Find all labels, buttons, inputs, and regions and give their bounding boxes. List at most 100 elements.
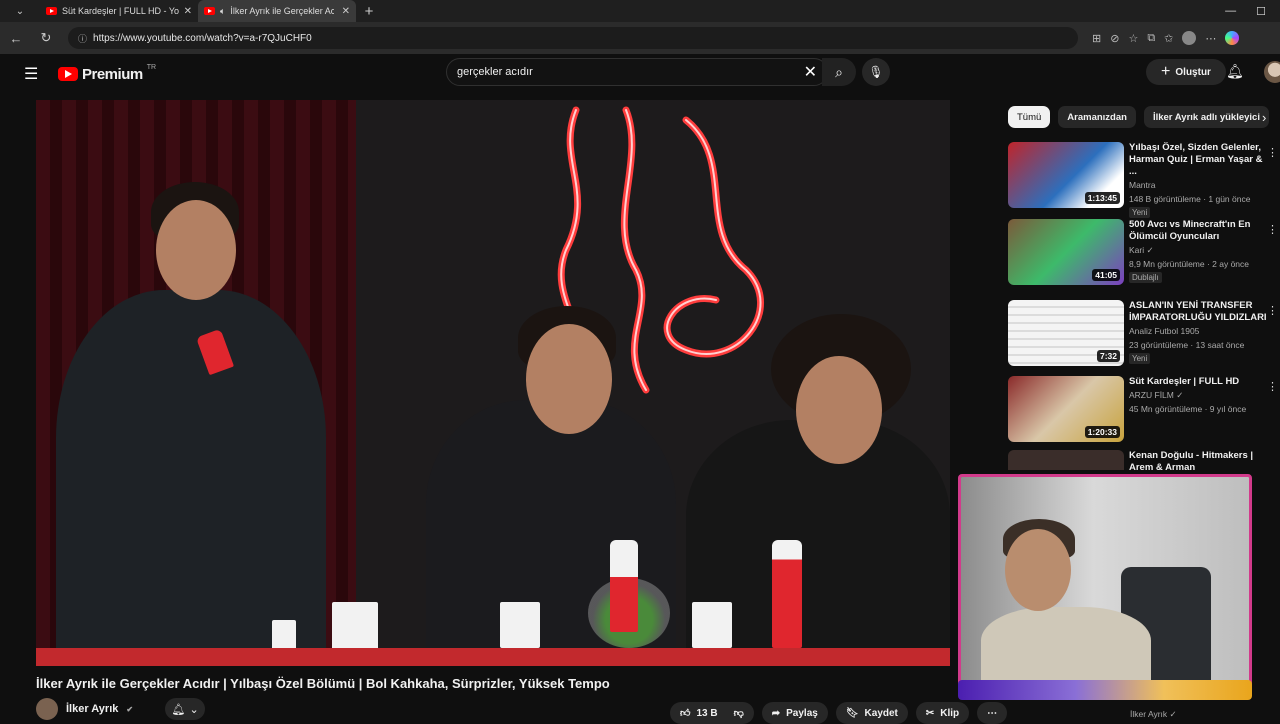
app-available-icon[interactable]: ⊞ — [1092, 32, 1101, 45]
dubbed-badge: Dublajlı — [1129, 272, 1162, 283]
save-label: Kaydet — [864, 707, 898, 719]
bookmark-icon: 🔖︎ — [845, 707, 859, 719]
more-options-icon[interactable]: ⋮ — [1267, 380, 1278, 393]
create-label: Oluştur — [1175, 66, 1211, 78]
save-button[interactable]: 🔖︎ Kaydet — [835, 702, 908, 724]
video-thumbnail[interactable]: 41:05 — [1008, 219, 1124, 285]
more-icon: ⋯ — [987, 707, 998, 719]
profile-avatar[interactable] — [1182, 31, 1197, 45]
scissors-icon: ✂ — [925, 707, 935, 719]
dislike-icon[interactable]: 👎︎ — [734, 707, 744, 719]
hamburger-menu-icon[interactable]: ☰ — [24, 64, 44, 84]
user-avatar[interactable] — [1264, 61, 1280, 83]
notification-bell-button[interactable]: 🔔︎ ⌄ — [165, 698, 206, 720]
youtube-favicon-icon — [46, 7, 57, 15]
video-thumbnail[interactable]: 1:20:33 — [1008, 376, 1124, 442]
white-cup — [500, 602, 540, 648]
like-button[interactable]: 👍︎ 13 B 👎︎ — [670, 702, 754, 724]
video-thumbnail[interactable]: 1:13:45 — [1008, 142, 1124, 208]
recommendation-item[interactable]: 1:20:33 Süt Kardeşler | FULL HD ARZU FİL… — [1008, 376, 1280, 448]
clip-button[interactable]: ✂ Klip — [915, 702, 970, 724]
recommendation-item[interactable]: 7:32 ASLAN'IN YENİ TRANSFER İMPARATORLUĞ… — [1008, 300, 1280, 372]
maximize-icon[interactable]: ☐ — [1256, 5, 1266, 18]
copilot-icon[interactable] — [1225, 31, 1240, 45]
search-box[interactable]: gerçekler acıdır ✕ — [446, 58, 828, 86]
guest-right-head — [796, 356, 882, 464]
webcam-frame — [958, 474, 1252, 688]
tab-title: İlker Ayrık ile Gerçekler Acıdır — [230, 6, 335, 16]
search-button[interactable]: ⌕ — [822, 58, 856, 86]
search-input[interactable]: gerçekler acıdır — [457, 66, 804, 78]
speaker-icon[interactable]: 🔈︎ — [220, 6, 225, 17]
guest-middle-head — [526, 324, 612, 434]
video-thumbnail[interactable]: 7:32 — [1008, 300, 1124, 366]
recommendation-item[interactable]: 41:05 500 Avcı vs Minecraft'ın En Ölümcü… — [1008, 219, 1280, 291]
youtube-logo[interactable]: Premium TR — [58, 63, 157, 83]
rec-title: Yılbaşı Özel, Sizden Gelenler, Harman Qu… — [1129, 142, 1263, 177]
browser-toolbar: ← ↻ ⓘ https://www.youtube.com/watch?v=a-… — [0, 22, 1280, 54]
youtube-header: ☰ Premium TR gerçekler acıdır ✕ ⌕ 🎙︎ + Ol… — [14, 54, 1280, 94]
thumbs-up-icon: 👍︎ — [680, 708, 691, 719]
window-controls: — ☐ — [1225, 5, 1280, 18]
logo-text: Premium — [82, 65, 143, 83]
more-options-icon[interactable]: ⋮ — [1267, 223, 1278, 236]
create-button[interactable]: + Oluştur — [1146, 59, 1226, 85]
site-info-icon[interactable]: ⓘ — [78, 32, 87, 45]
streamer-body — [981, 607, 1151, 685]
more-options-icon[interactable]: ⋮ — [1267, 304, 1278, 317]
video-title: İlker Ayrık ile Gerçekler Acıdır | Yılba… — [36, 676, 610, 691]
more-options-icon[interactable]: ⋮ — [1267, 146, 1278, 159]
back-icon[interactable]: ← — [8, 31, 24, 46]
youtube-favicon-icon — [204, 7, 215, 15]
notifications-bell-icon[interactable]: 🔔︎ — [1226, 63, 1244, 80]
verified-icon: ✔ — [126, 704, 134, 714]
like-count: 13 B — [696, 707, 718, 719]
tab-list-chevron-icon[interactable]: ⌄ — [0, 0, 40, 22]
duration-badge: 1:20:33 — [1084, 426, 1120, 438]
rec-views: 8,9 Mn görüntüleme · 2 ay önce — [1129, 259, 1250, 269]
browser-tab-1[interactable]: Süt Kardeşler | FULL HD - YouTube ✕ — [40, 0, 198, 22]
duration-badge: 7:32 — [1096, 350, 1120, 362]
chevron-right-icon[interactable]: › — [1262, 110, 1266, 125]
more-actions-button[interactable]: ⋯ — [977, 702, 1008, 724]
favorites-icon[interactable]: ✩ — [1164, 32, 1173, 45]
channel-avatar[interactable] — [36, 698, 58, 720]
close-tab-icon[interactable]: ✕ — [342, 6, 350, 17]
url-text: https://www.youtube.com/watch?v=a-r7QJuC… — [93, 32, 312, 44]
channel-name[interactable]: İlker Ayrık — [66, 703, 118, 715]
close-tab-icon[interactable]: ✕ — [184, 6, 192, 17]
rec-channel: Analiz Futbol 1905 — [1129, 326, 1200, 336]
video-actions: 👍︎ 13 B 👎︎ ➦ Paylaş 🔖︎ Kaydet ✂ Klip ⋯ — [670, 702, 1008, 724]
browser-tab-2[interactable]: 🔈︎ İlker Ayrık ile Gerçekler Acıdır ✕ — [198, 0, 356, 22]
rec-title: Süt Kardeşler | FULL HD — [1129, 376, 1240, 387]
red-white-bottle — [610, 540, 638, 632]
new-tab-button[interactable]: + — [356, 3, 382, 20]
rec-channel: Mantra — [1129, 180, 1156, 190]
more-icon[interactable]: ⋯ — [1205, 32, 1216, 45]
chip-all[interactable]: Tümü — [1008, 106, 1051, 128]
plus-icon: + — [1161, 63, 1171, 80]
minimize-icon[interactable]: — — [1225, 5, 1236, 18]
chip-from-search[interactable]: Aramanızdan — [1058, 106, 1136, 128]
rec-views: 45 Mn görüntüleme · 9 yıl önce — [1129, 404, 1247, 414]
rec-channel: ARZU FİLM ✓ — [1129, 390, 1184, 400]
favorite-star-icon[interactable]: ☆ — [1128, 32, 1138, 45]
clear-search-icon[interactable]: ✕ — [804, 62, 817, 82]
streamer-head — [1005, 529, 1071, 611]
share-button[interactable]: ➦ Paylaş — [761, 702, 828, 724]
video-player[interactable] — [36, 100, 950, 666]
tracking-icon[interactable]: ⊘ — [1110, 32, 1119, 45]
search-icon: ⌕ — [835, 63, 843, 80]
recommendation-item[interactable]: 1:13:45 Yılbaşı Özel, Sizden Gelenler, H… — [1008, 142, 1280, 218]
clip-label: Klip — [940, 707, 960, 719]
reload-icon[interactable]: ↻ — [38, 30, 54, 46]
rec-title: 500 Avcı vs Minecraft'ın En Ölümcül Oyun… — [1129, 219, 1251, 242]
duration-badge: 41:05 — [1092, 269, 1120, 281]
address-bar[interactable]: ⓘ https://www.youtube.com/watch?v=a-r7QJ… — [68, 27, 1078, 49]
chip-uploader[interactable]: İlker Ayrık adlı yükleyici — [1143, 106, 1269, 128]
youtube-play-icon — [58, 67, 78, 81]
country-code: TR — [146, 63, 157, 71]
extensions-icon[interactable]: ⧉ — [1147, 32, 1155, 45]
voice-search-button[interactable]: 🎙︎ — [862, 58, 890, 86]
host-left — [56, 290, 326, 660]
